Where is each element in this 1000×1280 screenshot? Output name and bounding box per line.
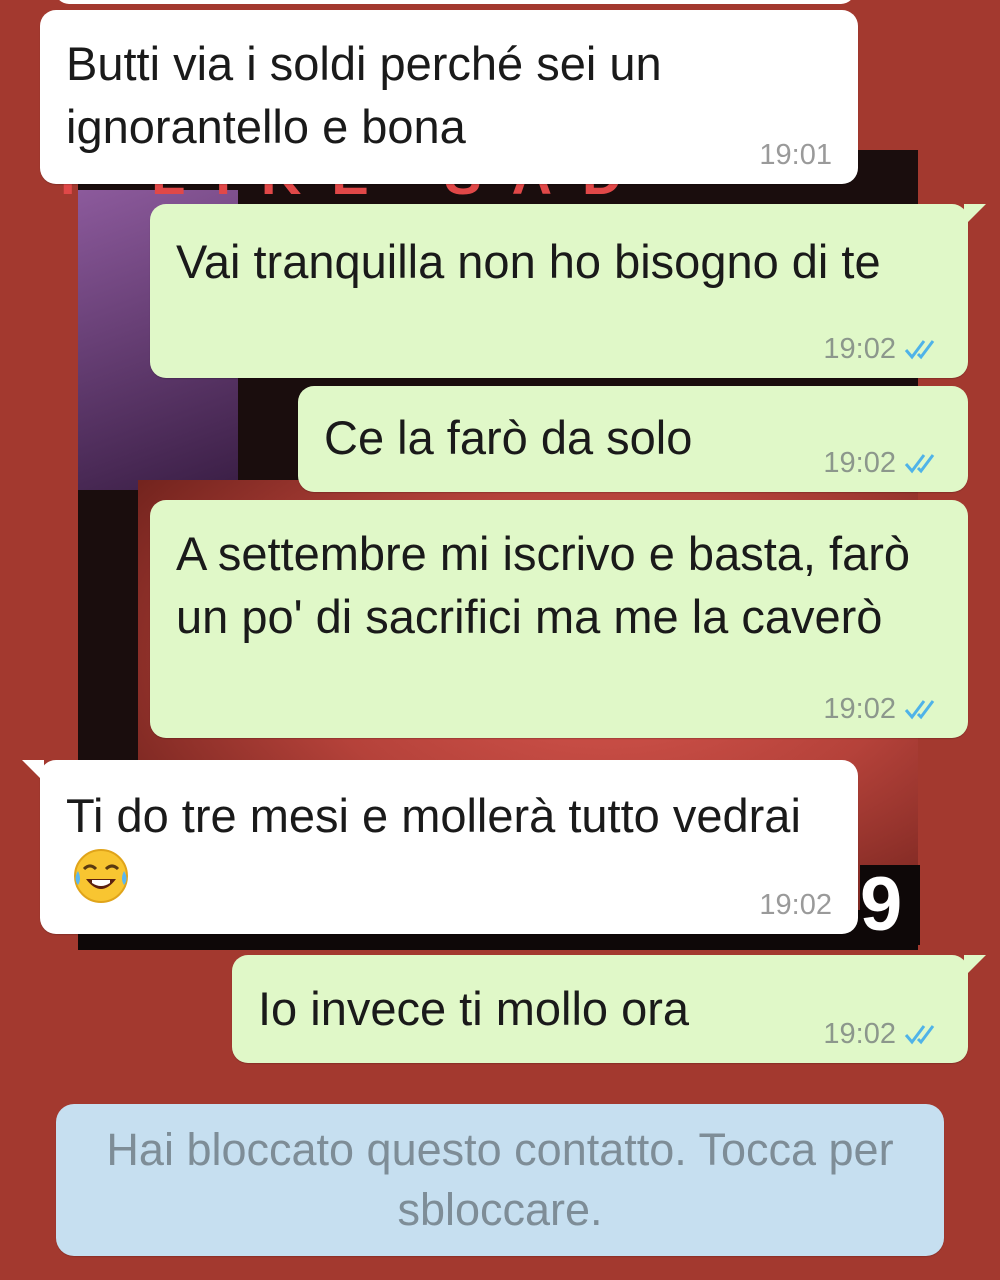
outgoing-message-bubble[interactable]: Ce la farò da solo 19:02 [298,386,968,492]
message-meta: 19:02 [759,888,832,922]
message-text: Vai tranquilla non ho bisogno di te [176,235,881,288]
message-time: 19:02 [823,1018,896,1050]
face-with-tears-of-joy-icon [74,849,128,903]
message-text: A settembre mi iscrivo e basta, farò un … [176,527,911,643]
outgoing-message-bubble[interactable]: Vai tranquilla non ho bisogno di te 19:0… [150,204,986,378]
message-text: Ti do tre mesi e mollerà tutto vedrai [66,789,801,842]
double-check-icon [904,1025,935,1045]
message-time: 19:02 [823,333,896,365]
incoming-message-bubble[interactable]: Butti via i soldi perché sei un ignorant… [40,10,858,184]
outgoing-message-bubble[interactable]: A settembre mi iscrivo e basta, farò un … [150,500,968,738]
wallpaper-corner-digit: 9 [860,865,920,945]
message-text: Ce la farò da solo [324,411,693,464]
blocked-contact-notice-text: Hai bloccato questo contatto. Tocca per … [106,1124,894,1235]
message-meta: 19:01 [759,138,832,172]
message-time: 19:02 [823,447,896,479]
blocked-contact-notice[interactable]: Hai bloccato questo contatto. Tocca per … [56,1104,944,1256]
double-check-icon [904,454,935,474]
previous-message-edge [55,0,855,4]
message-meta: 19:02 [823,332,942,366]
message-meta: 19:02 [823,446,942,480]
message-text: Butti via i soldi perché sei un ignorant… [66,37,662,153]
double-check-icon [904,340,935,360]
message-time: 19:02 [759,889,832,921]
message-text: Io invece ti mollo ora [258,982,690,1035]
message-time: 19:02 [823,693,896,725]
message-time: 19:01 [759,139,832,171]
outgoing-message-bubble[interactable]: Io invece ti mollo ora 19:02 [232,955,986,1063]
message-meta: 19:02 [823,1017,942,1051]
incoming-message-bubble[interactable]: Ti do tre mesi e mollerà tutto vedrai 19… [22,760,858,934]
message-meta: 19:02 [823,692,942,726]
double-check-icon [904,700,935,720]
